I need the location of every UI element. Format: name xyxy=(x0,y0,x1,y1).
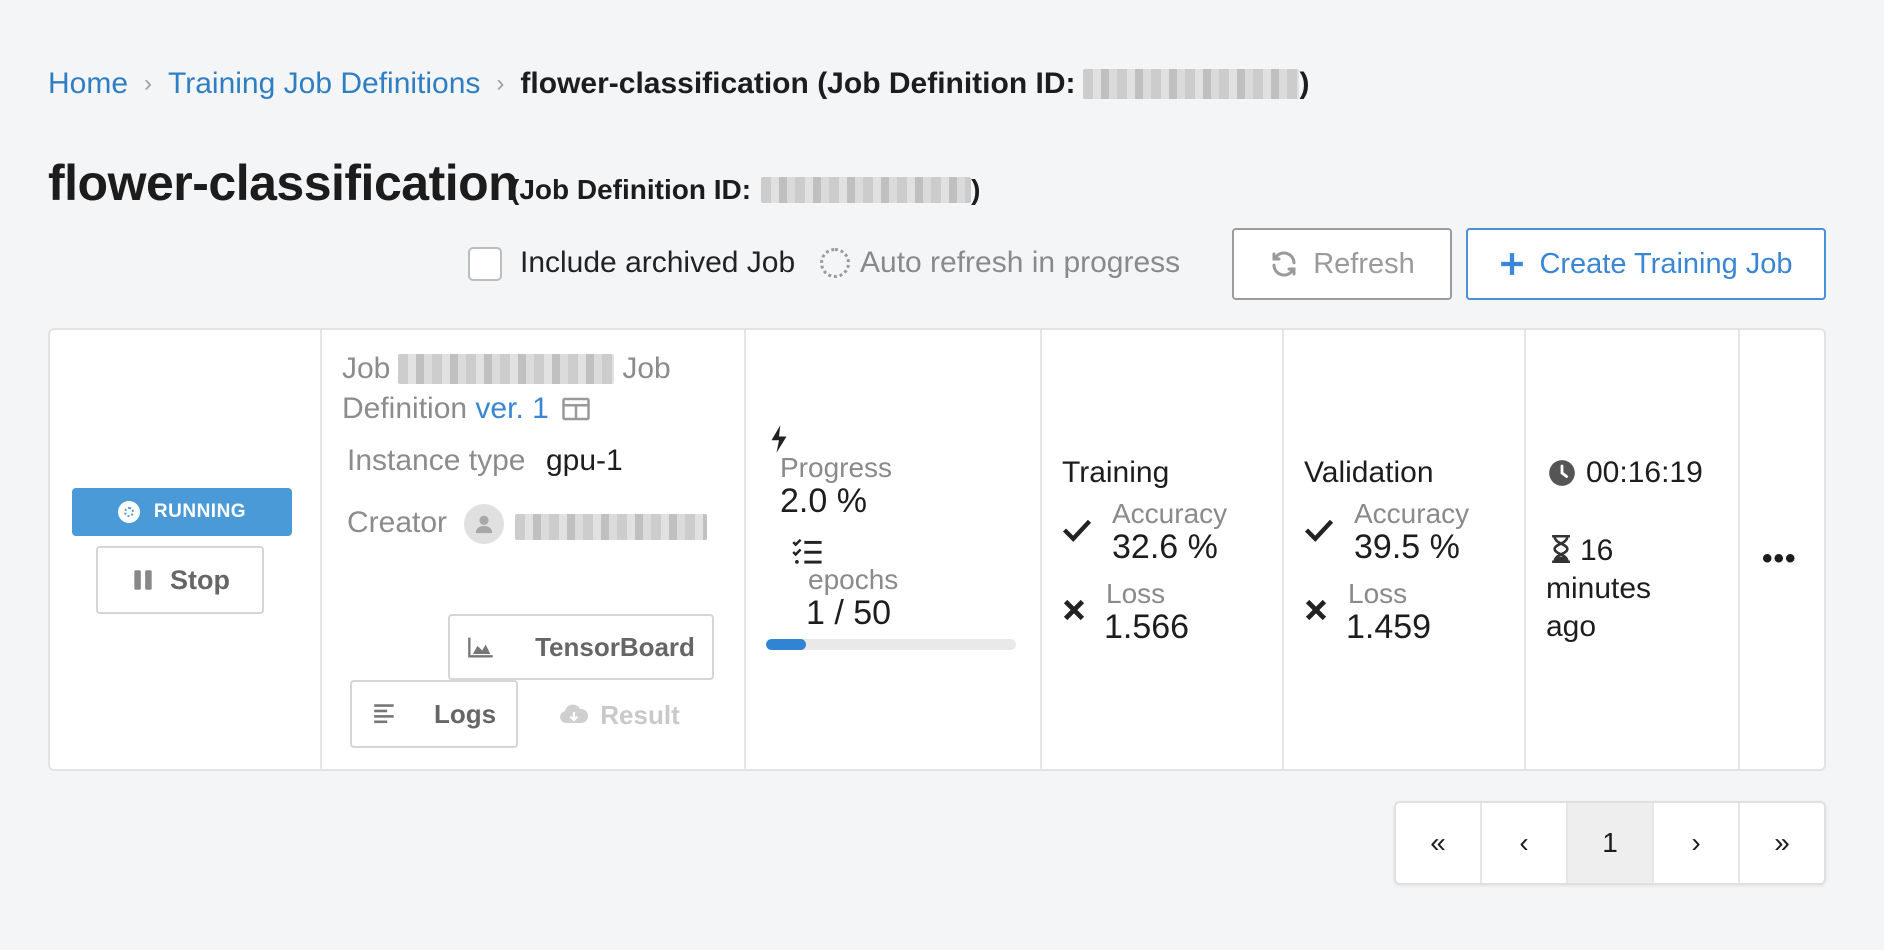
stop-label: Stop xyxy=(170,564,230,595)
validation-loss-label: Loss xyxy=(1348,578,1408,609)
include-archived-checkbox[interactable] xyxy=(468,247,502,281)
bolt-icon xyxy=(771,425,787,453)
column-divider xyxy=(320,330,322,769)
page-1-button[interactable]: 1 xyxy=(1568,803,1654,883)
check-icon xyxy=(1304,519,1334,542)
clock-icon xyxy=(1549,460,1575,486)
breadcrumb-definitions-link[interactable]: Training Job Definitions xyxy=(168,67,480,101)
page-title-id-suffix: ) xyxy=(971,174,981,205)
progress-bar xyxy=(766,639,1016,650)
breadcrumb-current-name: flower-classification xyxy=(520,67,809,100)
progress-bar-fill xyxy=(766,639,806,650)
started-ago: 16 minutes ago xyxy=(1546,532,1696,646)
auto-refresh-label: Auto refresh in progress xyxy=(860,246,1181,279)
refresh-label: Refresh xyxy=(1313,247,1415,280)
chevron-right-icon: › xyxy=(144,70,153,97)
epochs-value: 1 / 50 xyxy=(806,594,892,632)
hourglass-icon xyxy=(1552,535,1570,563)
training-loss-value: 1.566 xyxy=(1104,608,1190,646)
elapsed-time-value: 00:16:19 xyxy=(1586,456,1703,489)
validation-title: Validation xyxy=(1304,456,1434,489)
breadcrumb: Home › Training Job Definitions › flower… xyxy=(48,64,1309,104)
job-id-line: Job Job xyxy=(342,352,671,386)
status-badge: RUNNING xyxy=(72,488,292,536)
prev-page-button[interactable]: ‹ xyxy=(1482,803,1568,883)
refresh-button[interactable]: Refresh xyxy=(1232,228,1452,300)
job-prefix: Job xyxy=(342,352,391,385)
column-divider xyxy=(1040,330,1042,769)
redacted-creator xyxy=(515,514,707,540)
avatar xyxy=(464,504,504,544)
validation-loss-value: 1.459 xyxy=(1346,608,1432,646)
instance-type-label: Instance type xyxy=(347,444,526,477)
training-accuracy-label: Accuracy xyxy=(1112,498,1228,529)
validation-accuracy-label: Accuracy xyxy=(1354,498,1470,529)
breadcrumb-current-id-prefix: (Job Definition ID: xyxy=(817,67,1076,100)
include-archived-label[interactable]: Include archived Job xyxy=(520,246,795,280)
redacted-job-id xyxy=(398,354,615,384)
progress-label: Progress xyxy=(780,452,893,483)
plus-icon xyxy=(1501,253,1524,275)
times-icon xyxy=(1063,599,1085,621)
area-chart-icon xyxy=(468,637,493,658)
align-left-icon xyxy=(374,704,394,724)
column-divider xyxy=(744,330,746,769)
tensorboard-button[interactable]: TensorBoard xyxy=(448,614,714,680)
times-icon xyxy=(1305,599,1327,621)
refresh-icon xyxy=(1272,251,1296,277)
page-title: flower-classification xyxy=(48,155,519,211)
chevron-right-icon: › xyxy=(496,70,505,97)
columns-icon[interactable] xyxy=(561,396,591,422)
page-title-id-prefix: (Job Definition ID: xyxy=(510,174,752,205)
next-page-button[interactable]: › xyxy=(1654,803,1740,883)
progress-value: 2.0 % xyxy=(780,482,867,520)
more-actions-button[interactable]: ••• xyxy=(1762,542,1797,576)
column-divider xyxy=(1524,330,1526,769)
validation-accuracy-value: 39.5 % xyxy=(1354,528,1460,566)
result-button[interactable]: Result xyxy=(554,682,684,748)
logs-label: Logs xyxy=(433,698,497,729)
pagination: « ‹ 1 › » xyxy=(1394,801,1826,885)
job-definition-line: Definition ver. 1 xyxy=(342,392,591,426)
user-icon xyxy=(475,515,493,534)
result-label: Result xyxy=(600,699,680,730)
column-divider xyxy=(1738,330,1740,769)
tensorboard-label: TensorBoard xyxy=(535,631,695,662)
check-icon xyxy=(1062,519,1092,542)
elapsed-time: 00:16:19 xyxy=(1548,456,1703,490)
redacted-id xyxy=(1083,69,1300,99)
pause-icon xyxy=(134,570,152,590)
spinner-icon xyxy=(820,248,850,278)
training-loss-label: Loss xyxy=(1106,578,1166,609)
create-training-job-button[interactable]: Create Training Job xyxy=(1466,228,1826,300)
create-training-job-label: Create Training Job xyxy=(1539,247,1793,280)
cloud-download-icon xyxy=(560,704,589,723)
version-link[interactable]: ver. 1 xyxy=(475,392,548,426)
breadcrumb-home-link[interactable]: Home xyxy=(48,67,128,101)
breadcrumb-current: flower-classification (Job Definition ID… xyxy=(520,67,1309,101)
auto-refresh-status: Auto refresh in progress xyxy=(820,246,1180,280)
definition-label: Definition xyxy=(342,392,468,425)
status-label: RUNNING xyxy=(153,501,247,522)
stop-button[interactable]: Stop xyxy=(96,546,264,614)
page-title-id: (Job Definition ID: ) xyxy=(510,174,980,206)
running-icon xyxy=(117,501,140,523)
job-suffix: Job xyxy=(622,352,671,385)
creator-label: Creator xyxy=(347,506,448,539)
column-divider xyxy=(1282,330,1284,769)
training-accuracy-value: 32.6 % xyxy=(1112,528,1218,566)
instance-type-value: gpu-1 xyxy=(546,444,623,477)
redacted-id xyxy=(761,177,972,203)
logs-button[interactable]: Logs xyxy=(350,680,518,748)
last-page-button[interactable]: » xyxy=(1740,803,1824,883)
first-page-button[interactable]: « xyxy=(1396,803,1482,883)
epochs-label: epochs xyxy=(808,564,899,595)
training-title: Training xyxy=(1062,456,1170,489)
breadcrumb-current-id-suffix: ) xyxy=(1299,67,1310,100)
tasks-icon xyxy=(792,538,822,564)
